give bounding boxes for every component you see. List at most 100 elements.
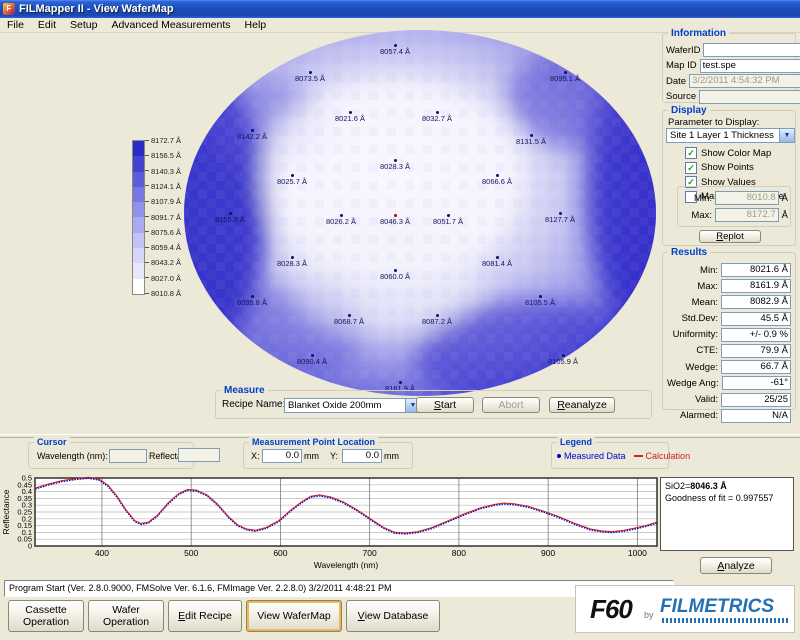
result-label: Std.Dev: [667, 313, 721, 324]
wafer-point-value: 8081.4 Å [467, 259, 527, 268]
logo-hatch-pattern [662, 618, 788, 623]
fit-thickness-value: 8046.3 Å [690, 481, 727, 491]
parameter-select[interactable]: Site 1 Layer 1 Thickness ▼ [666, 128, 795, 143]
title-bar[interactable]: F FILMapper II - View WaferMap [0, 0, 800, 18]
analyze-button[interactable]: Analyze [700, 557, 772, 574]
info-label-map-id: Map ID [666, 60, 700, 71]
checkbox-show-color-map[interactable]: ✓ Show Color Map [685, 147, 784, 159]
logo-by: by [644, 610, 654, 620]
wafer-point-value: 8131.5 Å [501, 137, 561, 146]
wafer-point-value: 8105.5 Å [510, 298, 570, 307]
start-button[interactable]: Start [416, 397, 474, 413]
wafer-map[interactable] [180, 28, 662, 400]
wafer-point-value: 8068.7 Å [319, 317, 379, 326]
wafer-point-value: 8095.1 Å [535, 74, 595, 83]
fit-material: SiO2= [665, 481, 690, 491]
result-value: +/- 0.9 % [721, 328, 791, 342]
y-position-field[interactable] [342, 449, 382, 463]
colorbar-tick [145, 170, 149, 171]
nav-view-database-button[interactable]: View Database [346, 600, 440, 632]
nav-edit-recipe-button[interactable]: Edit Recipe [168, 600, 242, 632]
result-value: 25/25 [721, 393, 791, 407]
min-unit: Å [779, 193, 788, 204]
colorbar-tick-label: 8059.4 Å [151, 243, 181, 252]
colorbar-segment [133, 279, 144, 294]
result-label: Mean: [667, 297, 721, 308]
result-label: Uniformity: [667, 329, 721, 340]
result-value: 8021.6 Å [721, 263, 791, 277]
info-field-waferid[interactable] [703, 43, 800, 57]
logo-box: F60 by FILMETRICS [575, 585, 795, 633]
wafer-point-value: 8095.8 Å [222, 298, 282, 307]
replot-button[interactable]: Replot [699, 230, 761, 243]
y-unit: mm [384, 451, 399, 461]
colorbar-segment [133, 248, 144, 263]
result-value: -61° [722, 376, 791, 390]
x-unit: mm [304, 451, 319, 461]
checked-icon[interactable]: ✓ [685, 162, 697, 174]
wafer-point-value: 8051.7 Å [418, 217, 478, 226]
info-row: Date [666, 74, 792, 88]
menu-item-setup[interactable]: Setup [63, 18, 104, 32]
y-tick-label: 0.5 [22, 474, 32, 483]
x-tick-label: 700 [363, 548, 377, 558]
legend-title: Legend [557, 436, 595, 449]
checkbox-show-points[interactable]: ✓ Show Points [685, 162, 784, 174]
min-label: Min: [688, 193, 715, 204]
wafer-point-value: 8090.4 Å [282, 357, 342, 366]
x-label: X: [251, 451, 260, 461]
fit-result-box: SiO2=8046.3 Å Goodness of fit = 0.997557 [660, 477, 794, 551]
y-tick-label: 0.35 [17, 494, 32, 503]
nav-wafer-operation-button[interactable]: Wafer Operation [88, 600, 164, 632]
checked-icon[interactable]: ✓ [685, 147, 697, 159]
result-value: 8082.9 Å [721, 295, 791, 309]
y-tick-label: 0.25 [17, 508, 32, 517]
colorbar-tick-label: 8043.2 Å [151, 258, 181, 267]
colorbar-segment [133, 217, 144, 232]
colorbar-tick-label: 8140.3 Å [151, 167, 181, 176]
colorbar-segment [133, 263, 144, 278]
cursor-wavelength-field [109, 449, 147, 463]
y-tick-label: 0.45 [17, 480, 32, 489]
max-label: Max: [688, 210, 715, 221]
nav-cassette-operation-button[interactable]: Cassette Operation [8, 600, 84, 632]
x-position-field[interactable] [262, 449, 302, 463]
result-label: Alarmed: [667, 410, 721, 421]
result-label: Wedge: [667, 362, 721, 373]
reanalyze-button[interactable]: Reanalyze [549, 397, 615, 413]
plot-background [35, 478, 657, 546]
result-value: 66.7 Å [721, 360, 791, 374]
recipe-select[interactable]: Blanket Oxide 200mm ▼ [284, 398, 421, 413]
colorbar-tick-label: 8124.1 Å [151, 182, 181, 191]
info-field-map-id[interactable] [700, 59, 800, 73]
legend-entry-label: Calculation [646, 451, 691, 461]
result-row-wedge: Wedge:66.7 Å [667, 360, 791, 374]
result-label: Wedge Ang: [667, 378, 722, 389]
logo-model: F60 [590, 594, 632, 625]
colorbar-tick [145, 277, 149, 278]
checkbox-label: Show Points [701, 162, 754, 173]
legend-entry-calculation: Calculation [634, 451, 691, 461]
info-row: WaferID [666, 43, 792, 57]
max-scale-field [715, 208, 779, 222]
results-title: Results [668, 246, 710, 259]
wafer-point-value: 8021.6 Å [320, 114, 380, 123]
result-row-max: Max:8161.9 Å [667, 279, 791, 293]
logo-brand: FILMETRICS [660, 596, 774, 618]
menu-item-file[interactable]: File [0, 18, 31, 32]
chevron-down-icon[interactable]: ▼ [779, 129, 794, 142]
display-title: Display [668, 104, 710, 117]
measured-data-curve [35, 478, 657, 534]
colorbar [132, 140, 145, 295]
x-tick-label: 600 [273, 548, 287, 558]
checkbox-label: Show Color Map [701, 148, 771, 159]
wafer-point-value: 8105.9 Å [533, 357, 593, 366]
result-value: 79.9 Å [721, 344, 791, 358]
nav-view-wafermap-button[interactable]: View WaferMap [246, 600, 342, 632]
menu-item-edit[interactable]: Edit [31, 18, 63, 32]
colorbar-tick [145, 155, 149, 156]
y-tick-label: 0.15 [17, 521, 32, 530]
wafer-point-value: 8155.5 Å [200, 215, 260, 224]
colorbar-segment [133, 141, 144, 156]
result-label: Max: [667, 281, 721, 292]
